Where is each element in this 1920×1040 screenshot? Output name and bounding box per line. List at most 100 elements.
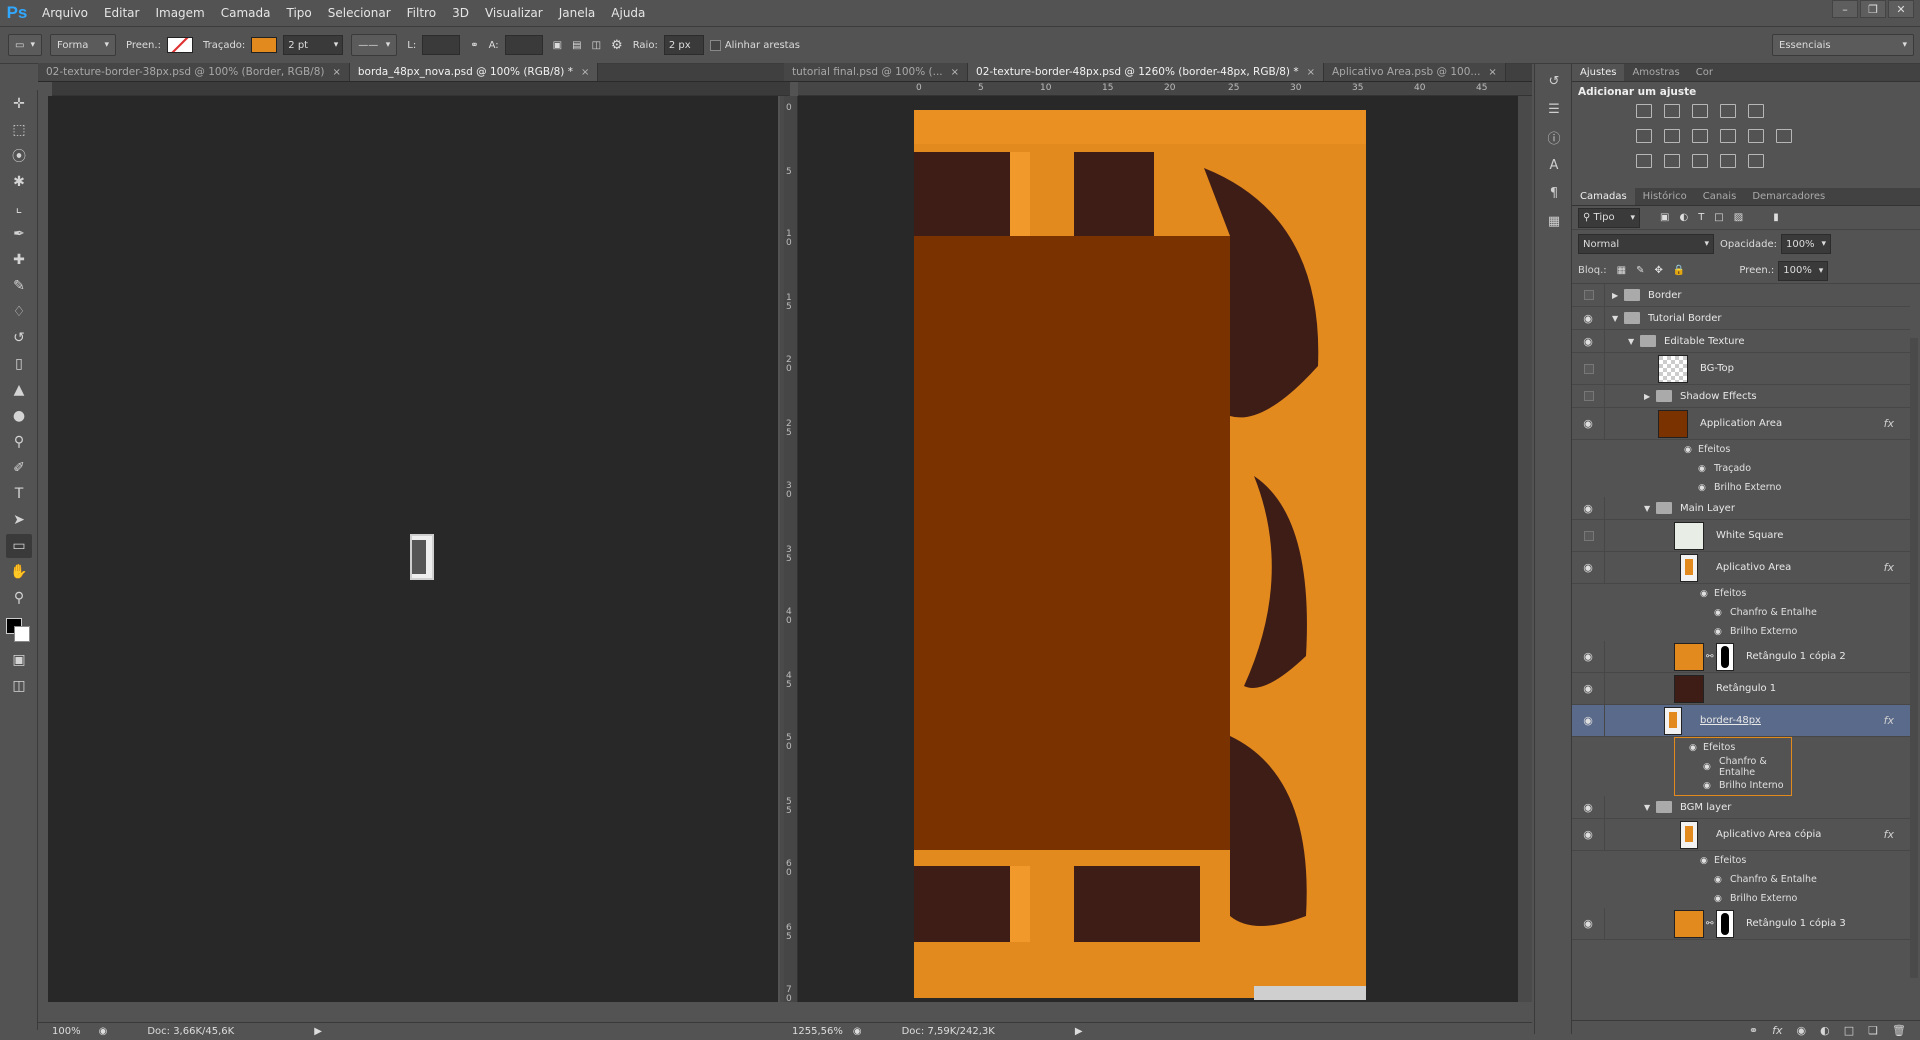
visibility-off-box[interactable] bbox=[1584, 530, 1594, 541]
mask-link-icon[interactable]: ⚯ bbox=[1706, 919, 1714, 929]
visibility-eye-icon[interactable]: ◉ bbox=[1578, 308, 1598, 328]
radius-field[interactable]: 2 px bbox=[663, 35, 704, 55]
layer-row[interactable]: ◉ border-48px fx bbox=[1572, 705, 1910, 737]
restore-icon[interactable]: ❐ bbox=[1860, 0, 1886, 18]
paint-bucket-tool-icon[interactable]: ▲ bbox=[6, 378, 32, 402]
pen-tool-icon[interactable]: ✐ bbox=[6, 456, 32, 480]
layer-thumbnail[interactable] bbox=[1664, 707, 1682, 735]
hand-tool-icon[interactable]: ✋ bbox=[6, 560, 32, 584]
close-icon[interactable]: ✕ bbox=[1888, 0, 1914, 18]
visibility-eye-icon[interactable]: ◉ bbox=[1578, 679, 1598, 699]
trash-icon[interactable]: 🗑 bbox=[1892, 1024, 1906, 1037]
filter-type-icon[interactable]: T bbox=[1698, 212, 1704, 223]
mask-link-icon[interactable]: ⚯ bbox=[1706, 652, 1714, 662]
status-menu-arrow-icon[interactable]: ▶ bbox=[314, 1026, 322, 1037]
paragraph-icon[interactable]: ¶ bbox=[1541, 182, 1567, 204]
opacity-field[interactable]: 100% bbox=[1780, 234, 1831, 254]
layer-fx-icon[interactable]: fx bbox=[1884, 714, 1894, 727]
menu-imagem[interactable]: Imagem bbox=[147, 0, 212, 26]
menu-filtro[interactable]: Filtro bbox=[399, 0, 444, 26]
link-layers-icon[interactable]: ⚭ bbox=[1749, 1024, 1758, 1037]
layer-row[interactable]: White Square bbox=[1572, 520, 1910, 552]
channel-mixer-icon[interactable] bbox=[1748, 129, 1764, 143]
effect-eye-icon[interactable]: ◉ bbox=[1714, 875, 1722, 885]
effects-header[interactable]: ◉ Efeitos bbox=[1572, 584, 1910, 603]
minimize-icon[interactable]: – bbox=[1832, 0, 1858, 18]
layer-name[interactable]: BGM layer bbox=[1680, 802, 1731, 813]
layer-name[interactable]: Border bbox=[1648, 290, 1682, 301]
exposure-icon[interactable] bbox=[1720, 104, 1736, 118]
tab-ajustes[interactable]: Ajustes bbox=[1572, 64, 1625, 81]
layer-name[interactable]: Shadow Effects bbox=[1680, 391, 1757, 402]
layer-group-row[interactable]: ◉ ▼ Tutorial Border bbox=[1572, 307, 1910, 330]
stroke-swatch[interactable] bbox=[251, 37, 278, 53]
layer-group-row[interactable]: ▶ Border bbox=[1572, 284, 1910, 307]
effect-eye-icon[interactable]: ◉ bbox=[1684, 445, 1692, 455]
expand-closed-icon[interactable]: ▶ bbox=[1612, 291, 1618, 300]
doc-tab[interactable]: Aplicativo Area.psb @ 100... × bbox=[1323, 63, 1506, 81]
layer-group-row[interactable]: ▶ Shadow Effects bbox=[1572, 385, 1910, 408]
layer-thumbnail[interactable] bbox=[1674, 643, 1704, 671]
styles-icon[interactable]: ▦ bbox=[1541, 210, 1567, 232]
effect-eye-icon[interactable]: ◉ bbox=[1698, 464, 1706, 474]
close-tab-icon[interactable]: × bbox=[581, 67, 589, 78]
effects-header[interactable]: ◉ Efeitos bbox=[1572, 851, 1910, 870]
path-arrange-icon[interactable]: ◫ bbox=[592, 40, 601, 51]
effects-header[interactable]: ◉ Efeitos bbox=[1675, 738, 1791, 757]
layer-name[interactable]: Editable Texture bbox=[1664, 336, 1745, 347]
lock-transparent-icon[interactable]: ▦ bbox=[1617, 265, 1626, 276]
effect-eye-icon[interactable]: ◉ bbox=[1714, 608, 1722, 618]
workspace-select[interactable]: Essenciais bbox=[1772, 34, 1914, 56]
effect-eye-icon[interactable]: ◉ bbox=[1703, 781, 1711, 791]
background-color[interactable] bbox=[14, 626, 30, 642]
magic-wand-tool-icon[interactable]: ✱ bbox=[6, 170, 32, 194]
effect-item[interactable]: ◉ Brilho Externo bbox=[1572, 622, 1910, 641]
layer-row[interactable]: ◉ Aplicativo Area fx bbox=[1572, 552, 1910, 584]
blur-tool-icon[interactable]: ● bbox=[6, 404, 32, 428]
tab-historico[interactable]: Histórico bbox=[1635, 188, 1695, 205]
crop-tool-icon[interactable]: ⌞ bbox=[6, 196, 32, 220]
close-tab-icon[interactable]: × bbox=[1488, 67, 1496, 78]
info-icon[interactable]: ◉ bbox=[99, 1026, 108, 1037]
new-layer-icon[interactable]: ❏ bbox=[1868, 1024, 1878, 1037]
lasso-tool-icon[interactable]: ⦿ bbox=[6, 144, 32, 168]
right-scrollbar[interactable] bbox=[1518, 96, 1532, 1002]
menu-ajuda[interactable]: Ajuda bbox=[603, 0, 653, 26]
path-ops-icon[interactable]: ▣ bbox=[553, 40, 562, 51]
layer-row[interactable]: ◉ Retângulo 1 bbox=[1572, 673, 1910, 705]
left-canvas[interactable] bbox=[48, 96, 778, 1002]
status-menu-arrow-icon[interactable]: ▶ bbox=[1075, 1026, 1083, 1037]
effect-eye-icon[interactable]: ◉ bbox=[1700, 856, 1708, 866]
tab-cor[interactable]: Cor bbox=[1688, 64, 1721, 81]
layer-row[interactable]: ◉ ⚯ Retângulo 1 cópia 3 bbox=[1572, 908, 1910, 940]
eraser-tool-icon[interactable]: ▯ bbox=[6, 352, 32, 376]
right-zoom[interactable]: 1255,56% bbox=[792, 1026, 843, 1037]
menu-3d[interactable]: 3D bbox=[444, 0, 477, 26]
effect-item[interactable]: ◉ Traçado bbox=[1572, 459, 1910, 478]
lock-move-icon[interactable]: ✥ bbox=[1655, 265, 1663, 276]
layer-mask-thumbnail[interactable] bbox=[1716, 910, 1734, 938]
fx-icon[interactable]: fx bbox=[1772, 1024, 1782, 1037]
layer-name[interactable]: Aplicativo Area cópia bbox=[1716, 829, 1821, 840]
layer-name[interactable]: Retângulo 1 cópia 3 bbox=[1746, 918, 1846, 929]
tool-preset-picker[interactable]: ▭ bbox=[8, 34, 42, 56]
menu-tipo[interactable]: Tipo bbox=[279, 0, 320, 26]
align-edges-checkbox[interactable] bbox=[709, 39, 721, 51]
color-lookup-icon[interactable] bbox=[1776, 129, 1792, 143]
visibility-eye-icon[interactable]: ◉ bbox=[1578, 825, 1598, 845]
tab-demarcadores[interactable]: Demarcadores bbox=[1744, 188, 1833, 205]
effect-item[interactable]: ◉ Brilho Externo bbox=[1572, 889, 1910, 908]
screen-mode-icon[interactable]: ◫ bbox=[6, 674, 32, 698]
fill-swatch[interactable] bbox=[166, 37, 193, 53]
layer-thumbnail[interactable] bbox=[1680, 821, 1698, 849]
info-icon[interactable]: ◉ bbox=[853, 1026, 862, 1037]
filter-pixel-icon[interactable]: ▣ bbox=[1660, 212, 1669, 223]
visibility-off-box[interactable] bbox=[1584, 391, 1594, 401]
lock-paint-icon[interactable]: ✎ bbox=[1636, 265, 1644, 276]
effect-eye-icon[interactable]: ◉ bbox=[1714, 894, 1722, 904]
threshold-icon[interactable] bbox=[1692, 154, 1708, 168]
lock-all-icon[interactable]: 🔒 bbox=[1673, 265, 1685, 276]
layer-name[interactable]: Application Area bbox=[1700, 418, 1782, 429]
effect-eye-icon[interactable]: ◉ bbox=[1700, 589, 1708, 599]
posterize-icon[interactable] bbox=[1664, 154, 1680, 168]
